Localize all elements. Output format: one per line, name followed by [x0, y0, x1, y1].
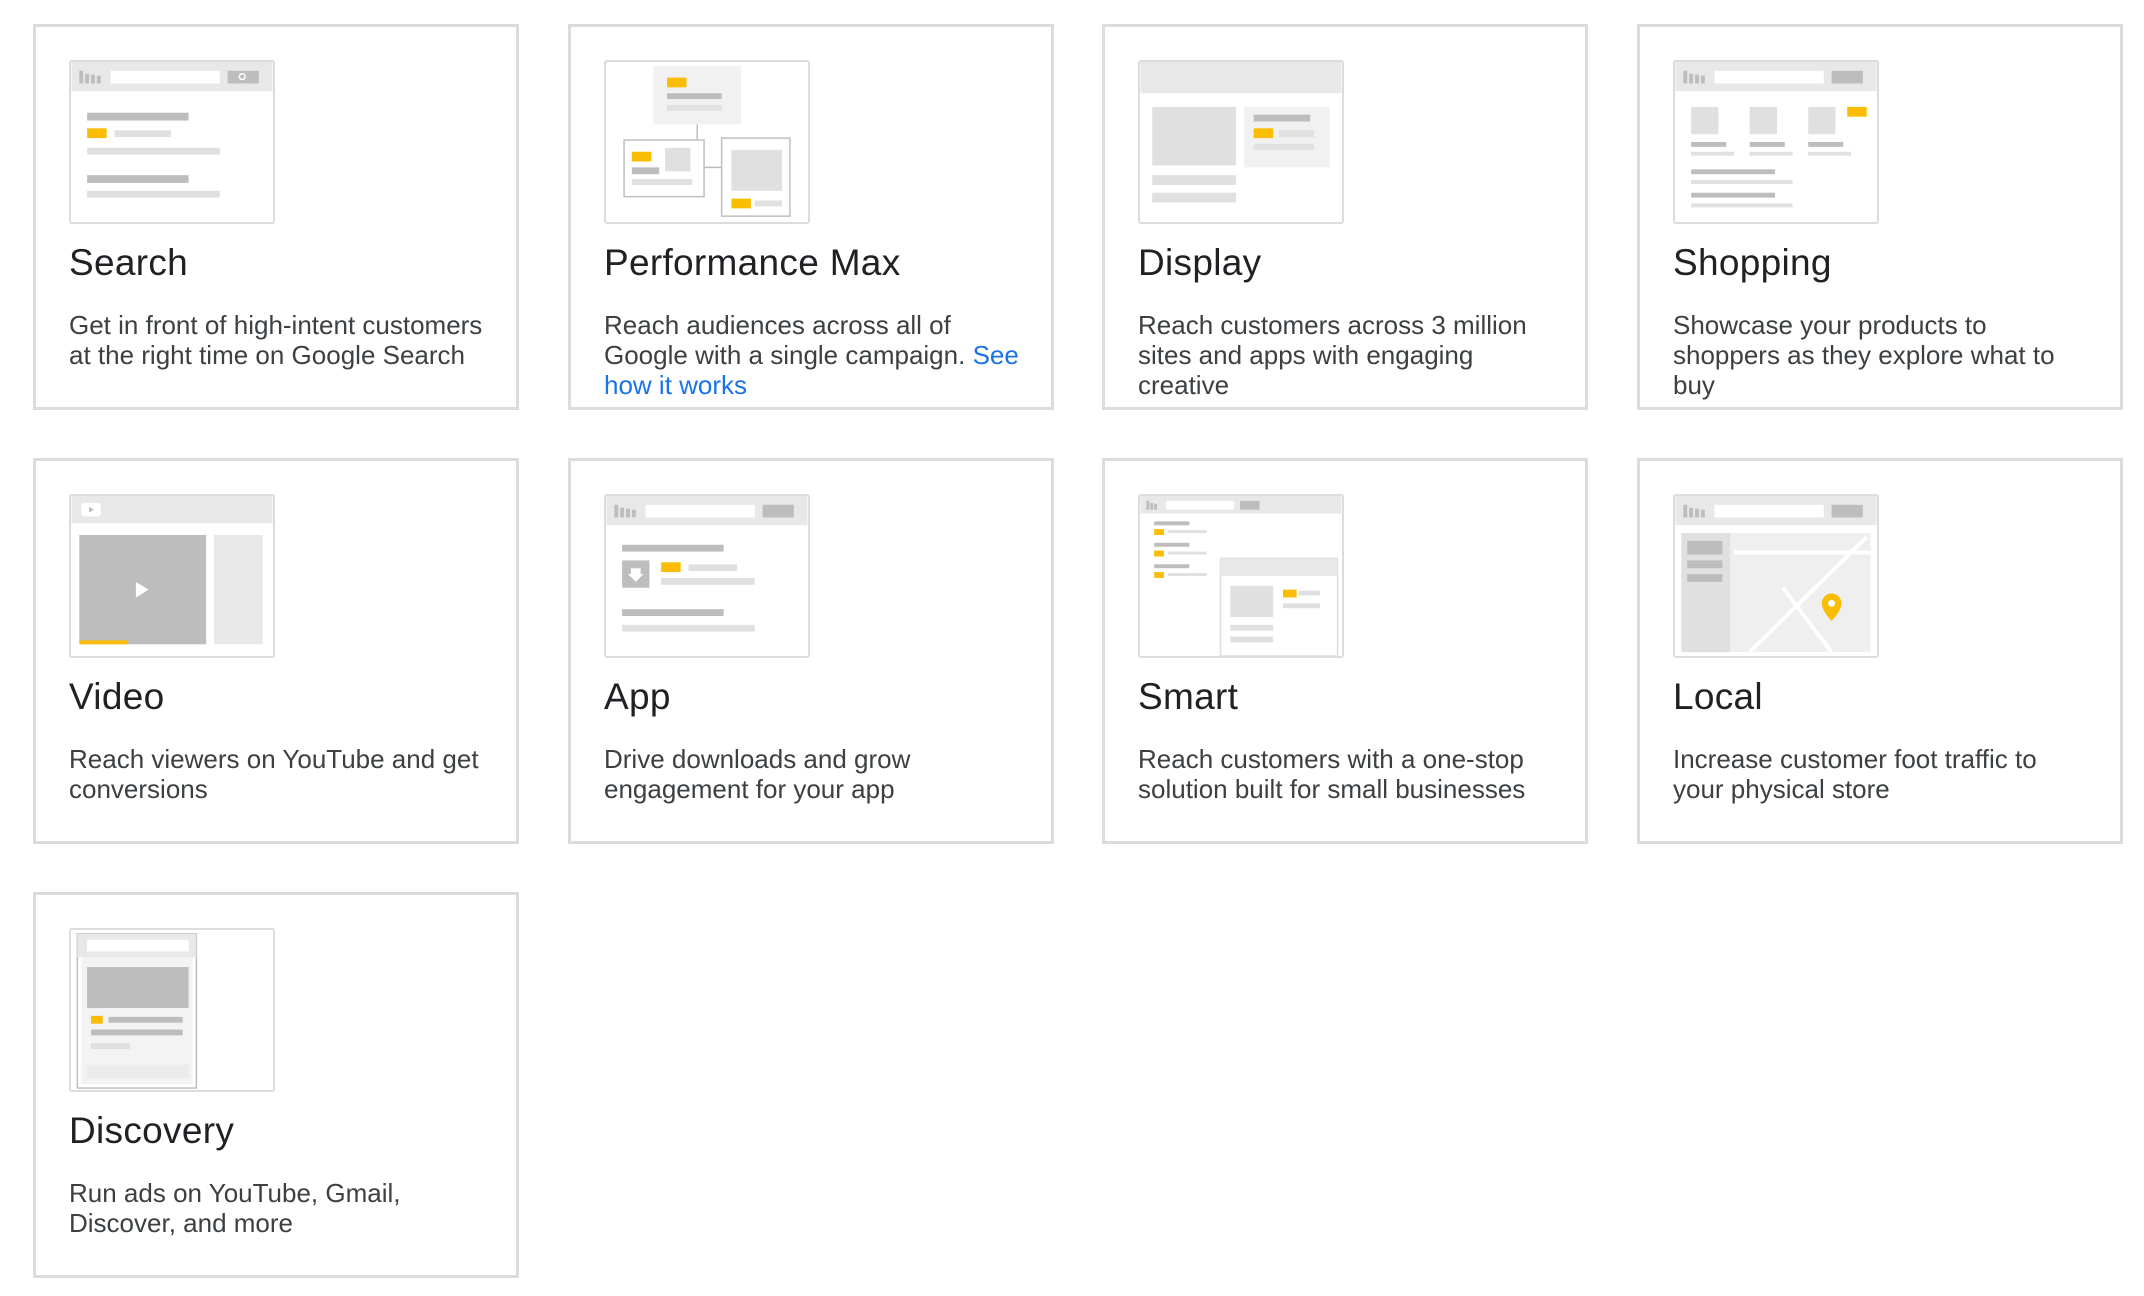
app-ad-illustration-icon	[604, 494, 810, 658]
campaign-card-title: Smart	[1138, 676, 1239, 717]
campaign-card-description: Get in front of high-intent customers at…	[69, 310, 483, 370]
campaign-card-performance-max[interactable]: Performance Max Reach audiences across a…	[568, 24, 1054, 410]
campaign-card-smart[interactable]: Smart Reach customers with a one-stop so…	[1102, 458, 1588, 844]
campaign-card-title: Shopping	[1673, 242, 1832, 283]
campaign-card-display[interactable]: Display Reach customers across 3 million…	[1102, 24, 1588, 410]
campaign-card-video[interactable]: Video Reach viewers on YouTube and get c…	[33, 458, 519, 844]
campaign-card-title: Performance Max	[604, 242, 901, 283]
search-ad-illustration-icon	[69, 60, 275, 224]
campaign-card-description: Showcase your products to shoppers as th…	[1673, 310, 2055, 400]
campaign-card-description-text: Reach audiences across all of Google wit…	[604, 310, 966, 370]
campaign-card-search[interactable]: Search Get in front of high-intent custo…	[33, 24, 519, 410]
campaign-card-description: Run ads on YouTube, Gmail, Discover, and…	[69, 1178, 401, 1238]
local-ad-illustration-icon	[1673, 494, 1879, 658]
campaign-card-discovery[interactable]: Discovery Run ads on YouTube, Gmail, Dis…	[33, 892, 519, 1278]
campaign-card-title: Discovery	[69, 1110, 235, 1151]
video-ad-illustration-icon	[69, 494, 275, 658]
campaign-card-description: Reach customers across 3 million sites a…	[1138, 310, 1527, 400]
campaign-card-title: Local	[1673, 676, 1763, 717]
campaign-card-description: Drive downloads and grow engagement for …	[604, 744, 911, 804]
campaign-card-title: App	[604, 676, 671, 717]
shopping-ad-illustration-icon	[1673, 60, 1879, 224]
smart-ad-illustration-icon	[1138, 494, 1344, 658]
campaign-card-app[interactable]: App Drive downloads and grow engagement …	[568, 458, 1054, 844]
campaign-card-description: Reach viewers on YouTube and get convers…	[69, 744, 479, 804]
campaign-type-grid: Search Get in front of high-intent custo…	[0, 0, 2144, 1296]
campaign-card-shopping[interactable]: Shopping Showcase your products to shopp…	[1637, 24, 2123, 410]
campaign-card-description: Increase customer foot traffic to your p…	[1673, 744, 2037, 804]
campaign-card-title: Video	[69, 676, 165, 717]
performance-max-illustration-icon	[604, 60, 810, 224]
campaign-card-title: Display	[1138, 242, 1262, 283]
campaign-card-local[interactable]: Local Increase customer foot traffic to …	[1637, 458, 2123, 844]
campaign-card-title: Search	[69, 242, 189, 283]
campaign-card-description: Reach customers with a one-stop solution…	[1138, 744, 1526, 804]
campaign-card-description: Reach audiences across all of Google wit…	[604, 310, 1024, 400]
discovery-ad-illustration-icon	[69, 928, 275, 1092]
display-ad-illustration-icon	[1138, 60, 1344, 224]
